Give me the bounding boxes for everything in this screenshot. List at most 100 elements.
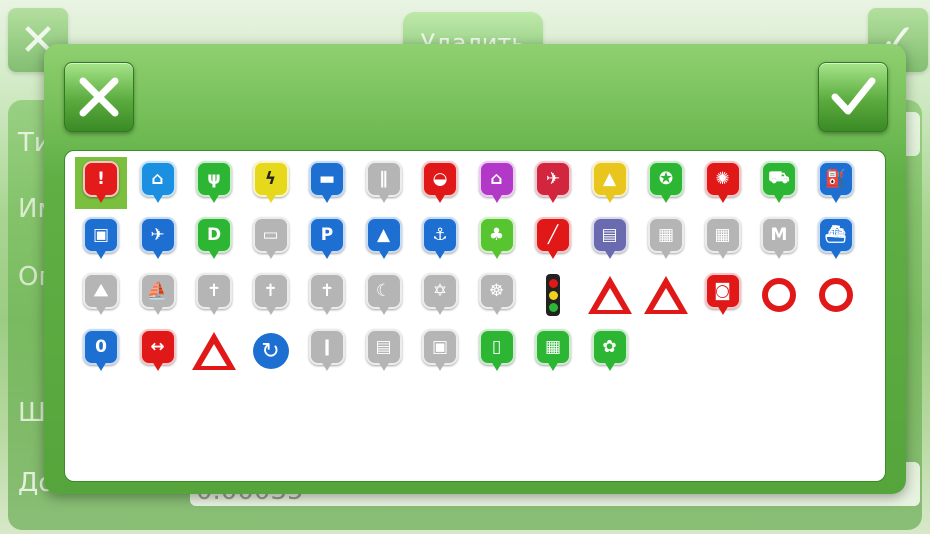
icon-option-thermometer[interactable]: ǀ (301, 325, 353, 377)
icon-option-park[interactable]: ♣ (471, 213, 523, 265)
parking-icon: P (308, 217, 346, 261)
icon-option-info[interactable]: D (188, 213, 240, 265)
warning-steep-icon (192, 332, 236, 370)
traffic-light-icon (546, 274, 560, 316)
park-icon: ♣ (478, 217, 516, 261)
icon-option-no-entry-ring[interactable] (810, 269, 862, 321)
icon-option-food[interactable]: ◒ (414, 157, 466, 209)
food-icon: ◒ (421, 161, 459, 205)
icon-option-entertainment[interactable]: ✺ (697, 157, 749, 209)
pagoda-icon: ☸ (478, 273, 516, 317)
icon-option-airport[interactable]: ✈ (132, 213, 184, 265)
icon-grid-panel: ! ⌂ ψ ϟ ▬ ∥ ◒ ⌂ ✈ ▲ ✪ ✺ ⛟ ⛽ ▣ ✈ D ▭ P ▲ ⚓ ♣ ╱ ▤ ▦ ▦ M ⛴ ⛰ ⛵ ✝ ✝ ✝ ☾ ✡ ☸ ◙ 0 ↔ ↻… (64, 150, 886, 482)
icon-option-phone[interactable]: ▯ (471, 325, 523, 377)
icon-option-camera[interactable]: ▣ (414, 325, 466, 377)
church-icon: ✝ (195, 273, 233, 317)
icon-option-tram[interactable]: ▦ (640, 213, 692, 265)
icon-option-chapel[interactable]: ✝ (245, 269, 297, 321)
icon-option-shopping[interactable]: ⛟ (753, 157, 805, 209)
phone-icon: ▯ (478, 329, 516, 373)
icon-option-sport-red[interactable]: ✈ (527, 157, 579, 209)
confirm-button[interactable] (818, 62, 888, 132)
border-icon: ╱ (534, 217, 572, 261)
icon-option-warning-steep[interactable] (188, 325, 240, 377)
icon-option-wheel[interactable]: 0 (75, 325, 127, 377)
no-entry-ring-icon (818, 278, 853, 312)
icon-option-trolley[interactable]: ▦ (697, 213, 749, 265)
cancel-button[interactable] (64, 62, 134, 132)
sport-red-icon: ✈ (534, 161, 572, 205)
icon-option-ferry[interactable]: ⛴ (810, 213, 862, 265)
temple-icon: ✝ (308, 273, 346, 317)
icon-option-traffic-light[interactable] (527, 269, 579, 321)
icon-option-warning[interactable]: ! (75, 157, 127, 209)
icon-option-car-wash[interactable]: ▲ (358, 213, 410, 265)
trolley-icon: ▦ (704, 217, 742, 261)
warning-bumpy-icon (644, 276, 688, 314)
synagogue-icon: ✡ (421, 273, 459, 317)
icon-picker-dialog: ! ⌂ ψ ϟ ▬ ∥ ◒ ⌂ ✈ ▲ ✪ ✺ ⛟ ⛽ ▣ ✈ D ▭ P ▲ ⚓ ♣ ╱ ▤ ▦ ▦ M ⛴ ⛰ ⛵ ✝ ✝ ✝ ☾ ✡ ☸ ◙ 0 ↔ ↻… (44, 44, 906, 494)
airport-icon: ✈ (139, 217, 177, 261)
thermometer-icon: ǀ (308, 329, 346, 373)
car-icon: ▬ (308, 161, 346, 205)
sport-icon: ✪ (647, 161, 685, 205)
no-overtaking-icon (762, 278, 796, 312)
fuel-icon: ⛽ (817, 161, 855, 205)
chapel-icon: ✝ (252, 273, 290, 317)
icon-option-synagogue[interactable]: ✡ (414, 269, 466, 321)
icon-option-speed-camera[interactable]: ◙ (697, 269, 749, 321)
entertainment-icon: ✺ (704, 161, 742, 205)
icon-option-parking[interactable]: P (301, 213, 353, 265)
icon-option-monument[interactable]: ⌂ (132, 157, 184, 209)
roundabout-icon: ↻ (252, 333, 289, 369)
icon-option-power[interactable]: ϟ (245, 157, 297, 209)
icon-option-fuel[interactable]: ⛽ (810, 157, 862, 209)
check-icon (831, 77, 876, 115)
icon-option-mosque[interactable]: ☾ (358, 269, 410, 321)
icon-option-bus[interactable]: ▭ (245, 213, 297, 265)
car-wash-icon: ▲ (365, 217, 403, 261)
icon-option-warning-bumpy[interactable] (640, 269, 692, 321)
flower-icon: ✿ (591, 329, 629, 373)
icon-option-car-service[interactable]: ▣ (75, 213, 127, 265)
car-service-icon: ▣ (82, 217, 120, 261)
info-icon: D (195, 217, 233, 261)
icon-option-car[interactable]: ▬ (301, 157, 353, 209)
power-icon: ϟ (252, 161, 290, 205)
tools-icon: ∥ (365, 161, 403, 205)
warning-icon: ! (82, 161, 120, 205)
port-icon: ⚓ (421, 217, 459, 261)
icon-option-document[interactable]: ▤ (358, 325, 410, 377)
icon-option-garage[interactable]: ▤ (584, 213, 636, 265)
shopping-icon: ⛟ (760, 161, 798, 205)
icon-option-flower[interactable]: ✿ (584, 325, 636, 377)
warning-crossing-icon (587, 276, 632, 314)
icon-option-gift[interactable]: ▦ (527, 325, 579, 377)
icon-option-education[interactable]: ▲ (584, 157, 636, 209)
icon-option-border[interactable]: ╱ (527, 213, 579, 265)
icon-option-tools[interactable]: ∥ (358, 157, 410, 209)
camera-icon: ▣ (421, 329, 459, 373)
icon-option-radio-tower[interactable]: ψ (188, 157, 240, 209)
icon-option-warning-crossing[interactable] (584, 269, 636, 321)
icon-option-church[interactable]: ✝ (188, 269, 240, 321)
icon-option-port[interactable]: ⚓ (414, 213, 466, 265)
ship-icon: ⛵ (139, 273, 177, 317)
icon-option-cable-car[interactable]: ⛰ (75, 269, 127, 321)
icon-option-ship[interactable]: ⛵ (132, 269, 184, 321)
icon-option-roundabout[interactable]: ↻ (245, 325, 297, 377)
weight-limit-icon: ↔ (139, 329, 177, 373)
icon-option-home[interactable]: ⌂ (471, 157, 523, 209)
icon-option-sport[interactable]: ✪ (640, 157, 692, 209)
icon-option-pagoda[interactable]: ☸ (471, 269, 523, 321)
cable-car-icon: ⛰ (82, 273, 120, 317)
icon-option-temple[interactable]: ✝ (301, 269, 353, 321)
close-icon (79, 77, 119, 117)
radio-tower-icon: ψ (195, 161, 233, 205)
icon-option-weight-limit[interactable]: ↔ (132, 325, 184, 377)
icon-option-metro[interactable]: M (753, 213, 805, 265)
icon-option-no-overtaking[interactable] (753, 269, 805, 321)
metro-icon: M (760, 217, 798, 261)
wheel-icon: 0 (82, 329, 120, 373)
ferry-icon: ⛴ (817, 217, 855, 261)
